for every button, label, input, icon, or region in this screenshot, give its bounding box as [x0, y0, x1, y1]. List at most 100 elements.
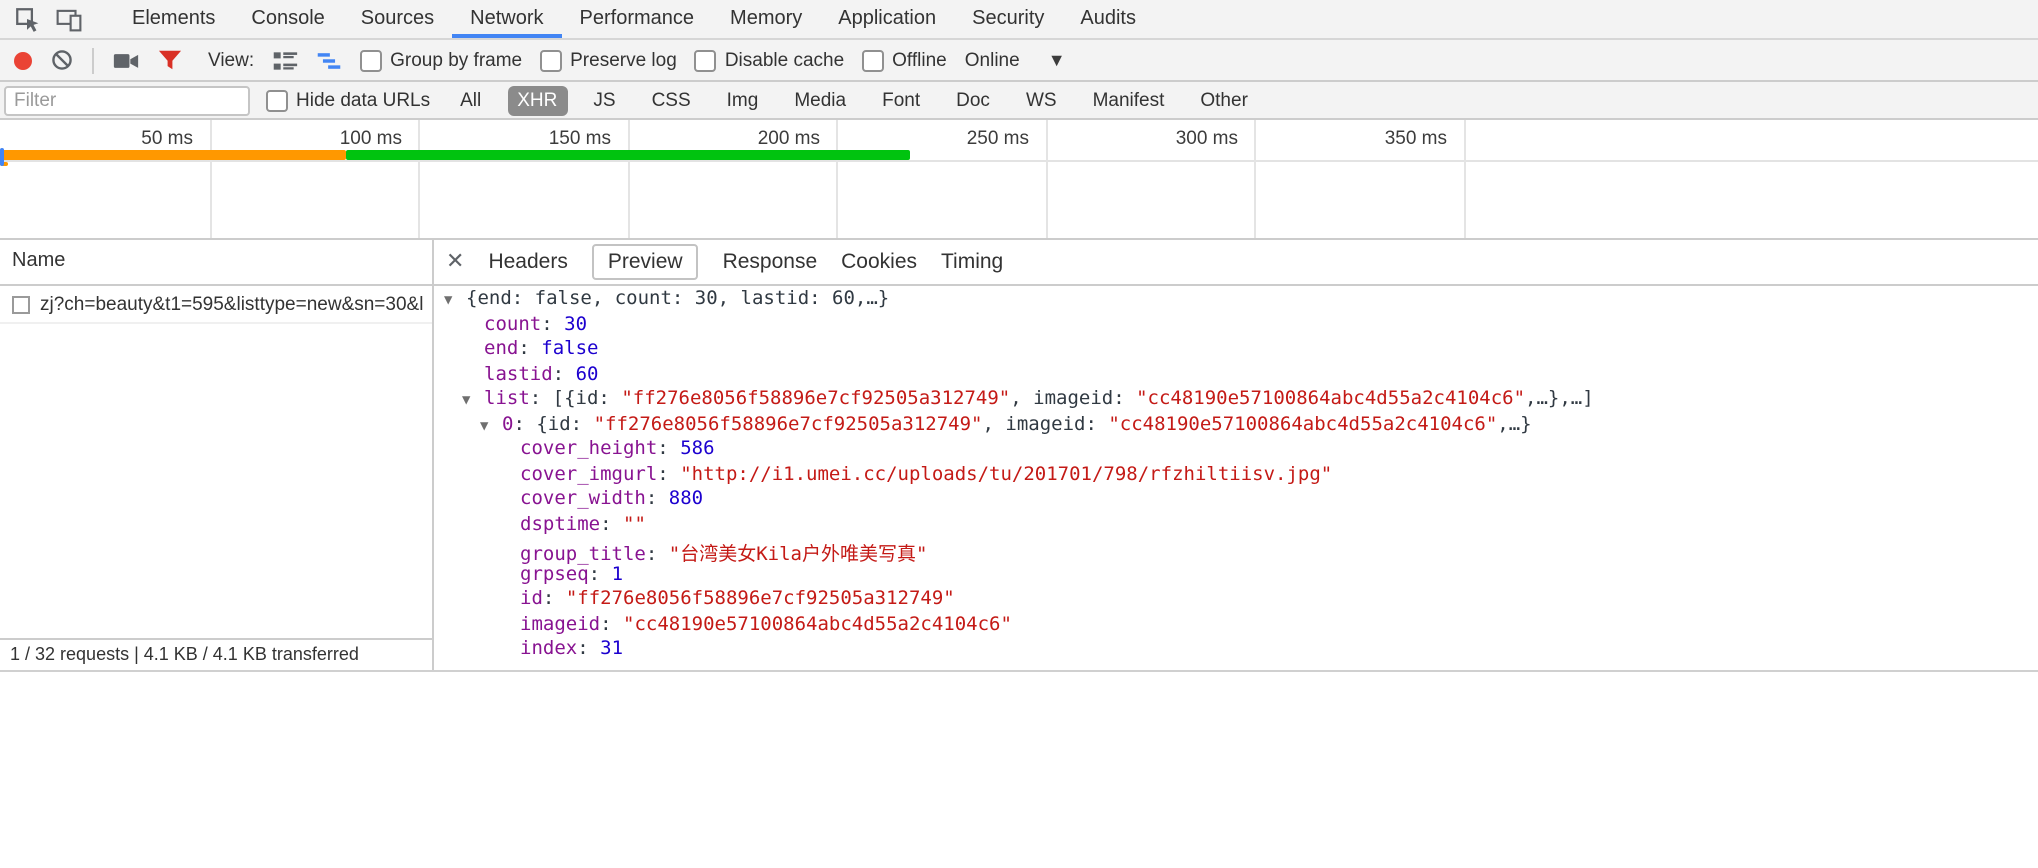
json-key: dsptime [520, 513, 600, 535]
json-text: : [600, 613, 623, 635]
checkbox-preserve-log[interactable]: Preserve log [540, 49, 677, 71]
inspect-element-icon[interactable] [14, 6, 40, 32]
json-number: 60 [576, 363, 599, 385]
preview-line[interactable]: cover_width: 880 [434, 488, 2038, 513]
json-text: : [600, 513, 623, 535]
record-button[interactable] [14, 51, 32, 69]
json-text: : [541, 313, 564, 335]
toolbar-checkboxes: Group by frame Preserve log Disable cache O… [360, 49, 947, 71]
large-request-rows-icon[interactable] [272, 47, 298, 73]
preview-line[interactable]: ▼list: [{id: "ff276e8056f58896e7cf92505a… [434, 388, 2038, 413]
preview-line[interactable]: ▼0: {id: "ff276e8056f58896e7cf92505a3127… [434, 413, 2038, 438]
request-row[interactable]: zj?ch=beauty&t1=595&listtype=new&sn=30&l [0, 286, 432, 324]
filter-type-ws[interactable]: WS [1016, 85, 1067, 115]
checkbox-label: Preserve log [570, 49, 677, 71]
clear-button[interactable] [50, 48, 74, 72]
json-key: imageid [520, 613, 600, 635]
checkbox-disable-cache[interactable]: Disable cache [695, 49, 844, 71]
timeline-bar [0, 150, 346, 159]
json-text: : [657, 438, 680, 460]
device-toolbar-icon[interactable] [56, 6, 82, 32]
json-string: "ff276e8056f58896e7cf92505a312749" [621, 388, 1010, 410]
network-filter-bar: Hide data URLs All XHR JS CSS Img Media Font Do… [0, 82, 2038, 120]
json-string: "http://i1.umei.cc/uploads/tu/201701/798… [680, 463, 1332, 485]
detail-tab-preview[interactable]: Preview [592, 244, 699, 280]
json-number: 1 [612, 563, 623, 585]
timeline-gridline [1045, 120, 1047, 238]
timeline-gridline [1254, 120, 1256, 238]
tab-elements[interactable]: Elements [114, 0, 233, 38]
detail-tab-headers[interactable]: Headers [488, 250, 567, 274]
devtools-tab-bar: ElementsConsoleSourcesNetworkPerformance… [0, 0, 2038, 40]
preview-line[interactable]: index: 31 [434, 638, 2038, 663]
filter-type-all[interactable]: All [450, 85, 491, 115]
detail-tab-cookies[interactable]: Cookies [841, 250, 917, 274]
hide-data-urls-checkbox[interactable]: Hide data URLs [266, 89, 430, 111]
json-number: 880 [669, 488, 703, 510]
disclosure-triangle-icon[interactable]: ▼ [462, 388, 470, 413]
show-overview-icon[interactable] [316, 47, 342, 73]
filter-type-manifest[interactable]: Manifest [1083, 85, 1175, 115]
request-name: zj?ch=beauty&t1=595&listtype=new&sn=30&l [40, 293, 424, 315]
timeline-gridline [209, 120, 211, 238]
devtools-tabs: ElementsConsoleSourcesNetworkPerformance… [114, 0, 1154, 38]
json-key: 0 [502, 413, 513, 435]
tab-audits[interactable]: Audits [1062, 0, 1154, 38]
tab-application[interactable]: Application [820, 0, 954, 38]
preview-line[interactable]: group_title: "台湾美女Kila户外唯美写真" [434, 538, 2038, 563]
checkbox-group-by-frame[interactable]: Group by frame [360, 49, 522, 71]
filter-type-xhr[interactable]: XHR [507, 85, 567, 115]
filter-type-img[interactable]: Img [717, 85, 769, 115]
detail-tab-timing[interactable]: Timing [941, 250, 1003, 274]
filter-type-media[interactable]: Media [784, 85, 856, 115]
checkbox-label: Offline [892, 49, 947, 71]
json-text: ,…} [1497, 413, 1531, 435]
filter-type-css[interactable]: CSS [642, 85, 701, 115]
checkbox-label: Disable cache [725, 49, 844, 71]
detail-tabs: Headers Preview Response Cookies Timing [488, 244, 1003, 280]
disclosure-triangle-icon[interactable]: ▼ [444, 288, 452, 313]
checkbox-box [540, 49, 562, 71]
filter-type-js[interactable]: JS [583, 85, 625, 115]
json-string: "cc48190e57100864abc4d55a2c4104c6" [1136, 388, 1525, 410]
timeline-bar [0, 148, 4, 166]
detail-tab-response[interactable]: Response [723, 250, 818, 274]
preview-line[interactable]: dsptime: "" [434, 513, 2038, 538]
tab-security[interactable]: Security [954, 0, 1062, 38]
tab-memory[interactable]: Memory [712, 0, 820, 38]
json-string: "ff276e8056f58896e7cf92505a312749" [566, 588, 955, 610]
json-string: "cc48190e57100864abc4d55a2c4104c6" [1108, 413, 1497, 435]
devtools-left-icons [0, 0, 94, 38]
filter-type-other[interactable]: Other [1190, 85, 1258, 115]
preview-line[interactable]: lastid: 60 [434, 363, 2038, 388]
detail-panel: ✕ Headers Preview Response Cookies Timing ▼{… [434, 240, 2038, 670]
preview-line[interactable]: end: false [434, 338, 2038, 363]
preview-line[interactable]: id: "ff276e8056f58896e7cf92505a312749" [434, 588, 2038, 613]
close-icon[interactable]: ✕ [446, 251, 464, 273]
filter-funnel-icon[interactable] [158, 48, 182, 72]
tab-sources[interactable]: Sources [343, 0, 452, 38]
filter-input[interactable] [4, 85, 250, 115]
name-column-header[interactable]: Name [0, 240, 432, 286]
json-key: count [484, 313, 541, 335]
filter-type-doc[interactable]: Doc [946, 85, 1000, 115]
tab-performance[interactable]: Performance [562, 0, 713, 38]
preview-line[interactable]: cover_imgurl: "http://i1.umei.cc/uploads… [434, 463, 2038, 488]
json-text: ,…},…] [1525, 388, 1594, 410]
preview-line[interactable]: cover_height: 586 [434, 438, 2038, 463]
throttling-select[interactable]: Online ▼ [965, 49, 1066, 71]
filter-type-font[interactable]: Font [872, 85, 930, 115]
tab-network[interactable]: Network [452, 0, 561, 38]
preview-line[interactable]: grpseq: 1 [434, 563, 2038, 588]
timeline-gridline [836, 120, 838, 238]
disclosure-triangle-icon[interactable]: ▼ [480, 413, 488, 438]
hide-data-urls-label: Hide data URLs [296, 89, 430, 111]
timeline-overview[interactable]: 50 ms100 ms150 ms200 ms250 ms300 ms350 m… [0, 120, 2038, 240]
checkbox-offline[interactable]: Offline [862, 49, 947, 71]
detail-tab-bar: ✕ Headers Preview Response Cookies Timing [434, 240, 2038, 286]
preview-line[interactable]: count: 30 [434, 313, 2038, 338]
preview-line[interactable]: ▼{end: false, count: 30, lastid: 60,…} [434, 288, 2038, 313]
tab-console[interactable]: Console [233, 0, 342, 38]
preview-line[interactable]: imageid: "cc48190e57100864abc4d55a2c4104… [434, 613, 2038, 638]
capture-screenshots-icon[interactable] [112, 47, 140, 73]
